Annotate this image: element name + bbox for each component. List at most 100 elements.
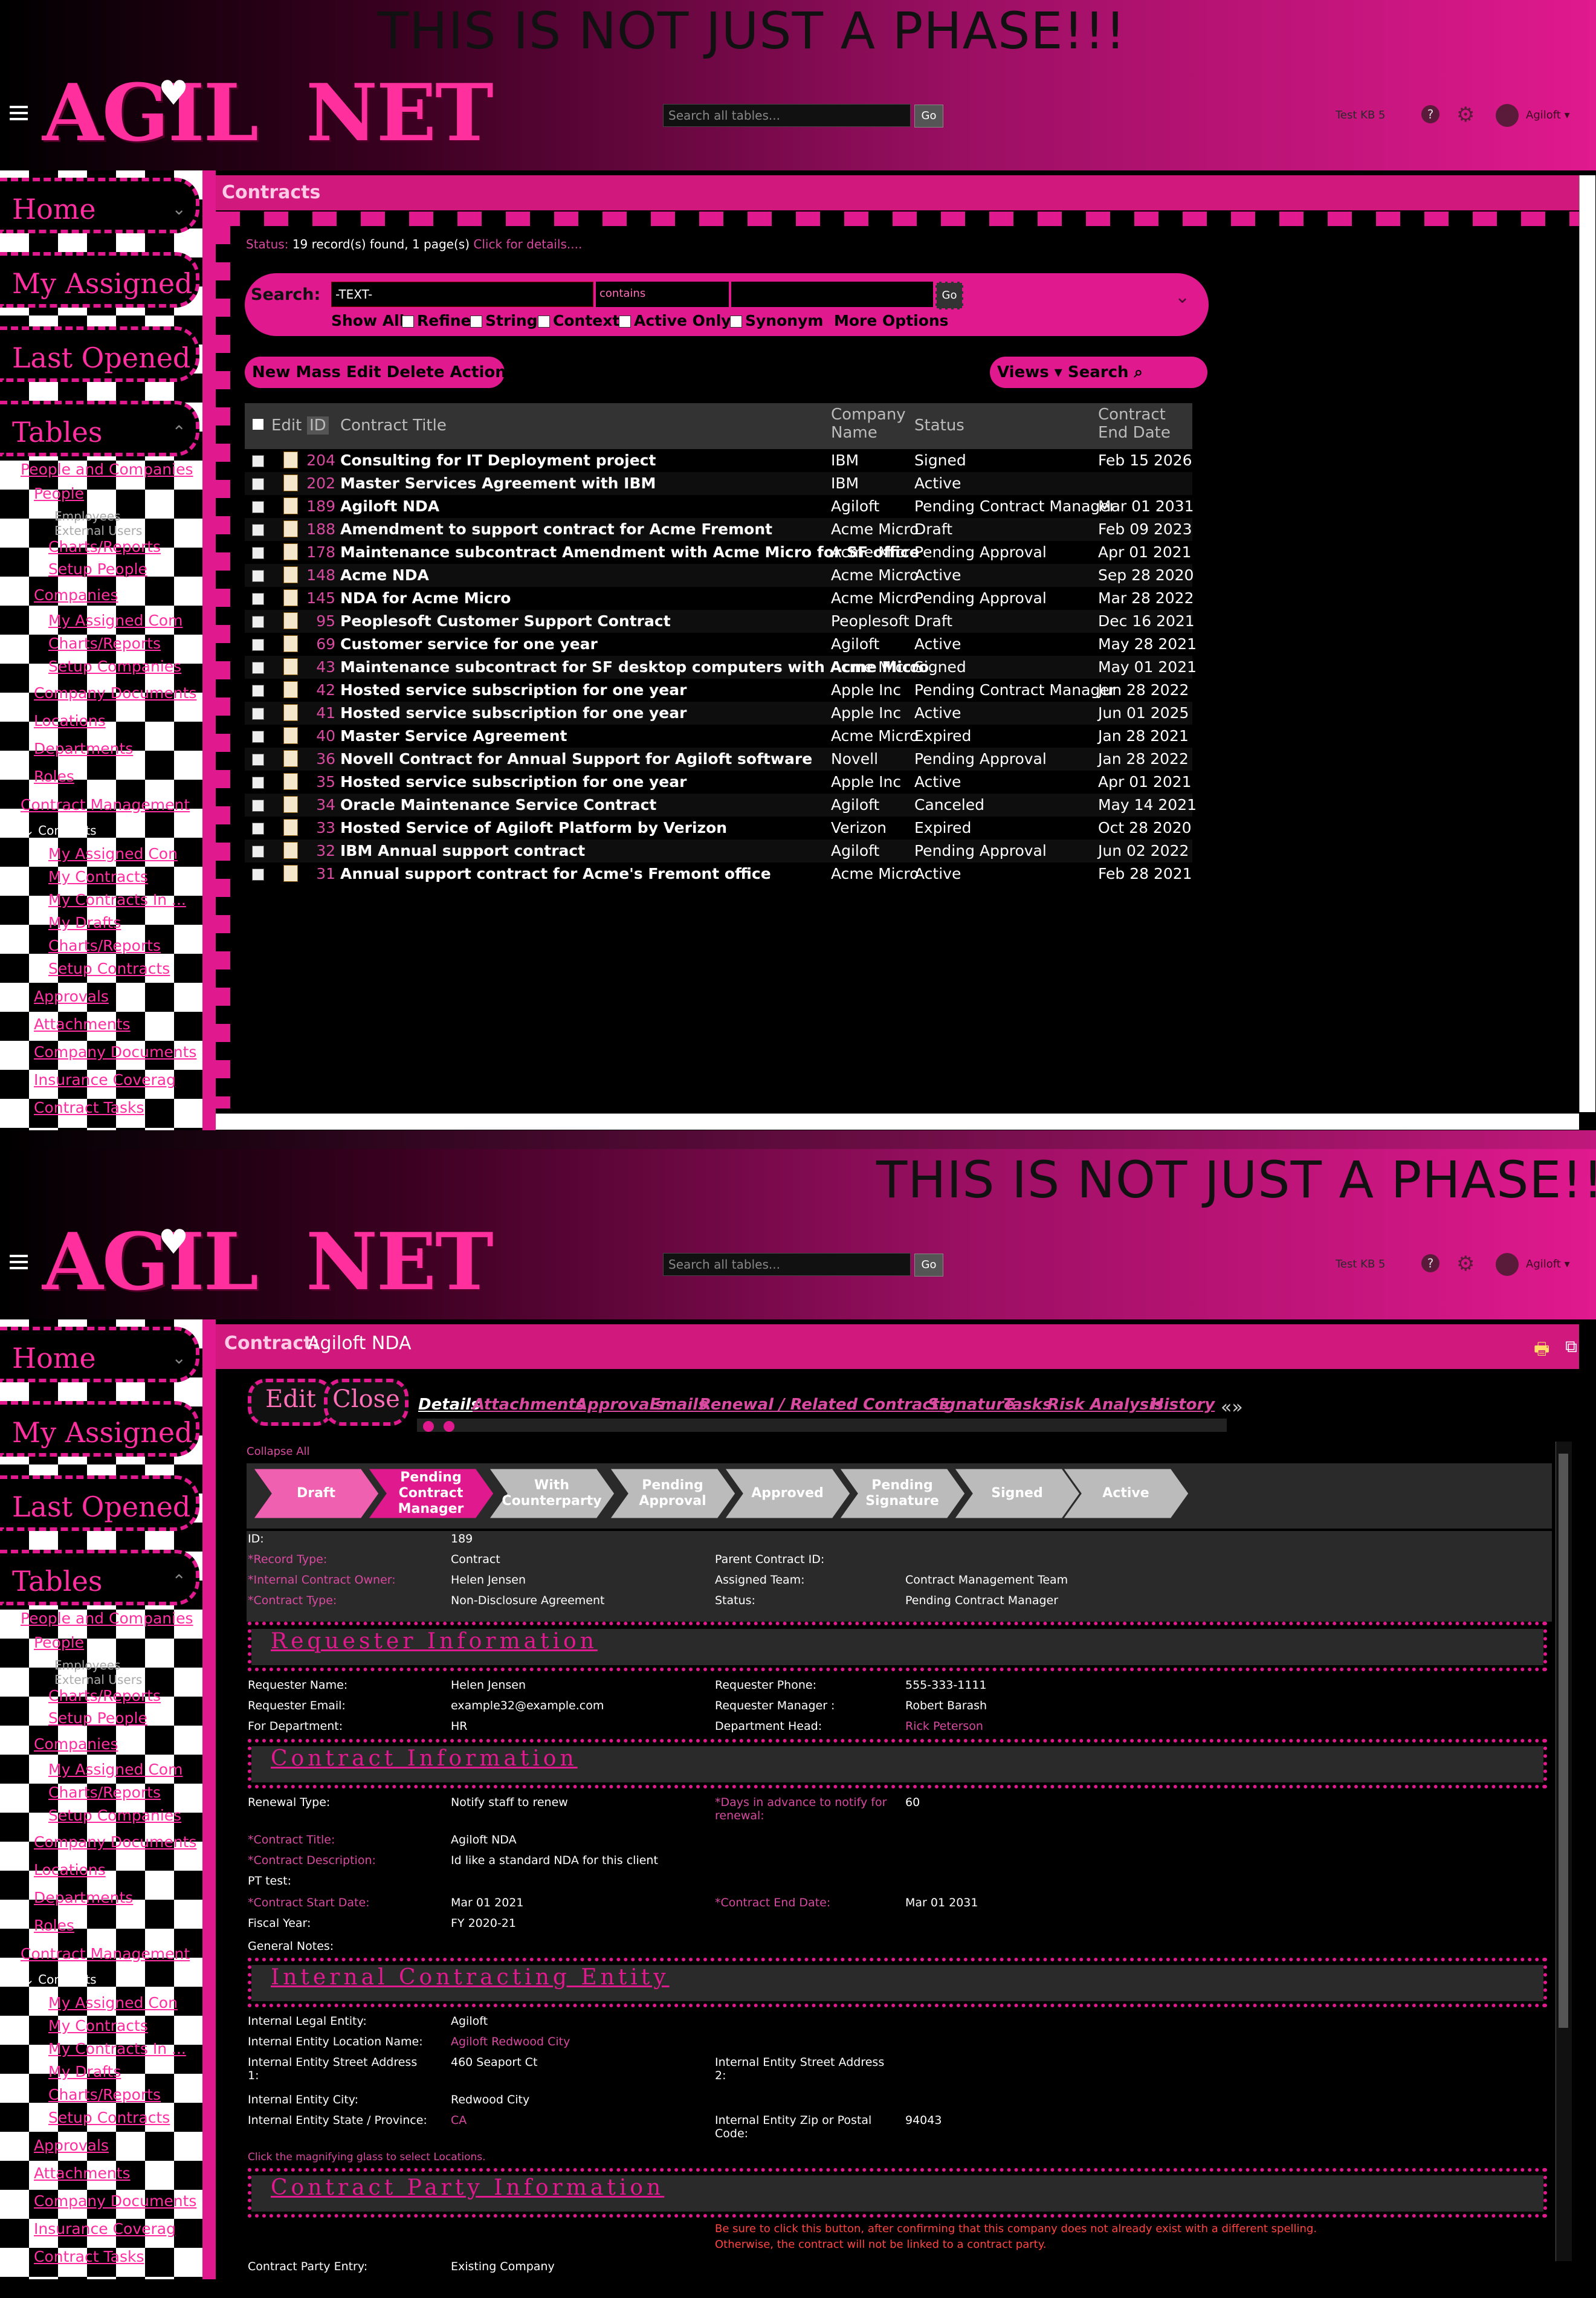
tree-roles[interactable]: Roles xyxy=(34,1917,74,1934)
vertical-scrollbar[interactable] xyxy=(1579,175,1595,1112)
col-company[interactable]: Company Name xyxy=(831,406,906,442)
tab-signature[interactable]: Signature xyxy=(928,1396,1015,1414)
tab-attachments[interactable]: Attachments xyxy=(473,1396,585,1414)
search-value-field[interactable] xyxy=(731,282,933,307)
sidebar-my-assigned[interactable]: My Assigned xyxy=(0,252,199,308)
table-row[interactable]: 178 Maintenance subcontract Amendment wit… xyxy=(245,541,1192,564)
tree-company-documents-2[interactable]: Company Documents xyxy=(34,2192,196,2210)
tab-scroll-arrows-icon[interactable]: «» xyxy=(1221,1397,1243,1418)
tree-insurance-coverage[interactable]: Insurance Coverag xyxy=(34,2220,176,2238)
tab-tasks[interactable]: Tasks xyxy=(1003,1396,1052,1414)
sidebar-home[interactable]: Home ⌄ xyxy=(0,178,199,233)
detail-scrollbar[interactable] xyxy=(1556,1442,1572,2261)
sidebar-tables[interactable]: Tables ⌃ xyxy=(0,401,199,456)
global-search-input[interactable]: Search all tables... xyxy=(663,104,911,127)
tree-attachments[interactable]: Attachments xyxy=(34,1015,131,1033)
tree-contract-management[interactable]: Contract Management xyxy=(21,796,190,814)
tree-my-assigned-con[interactable]: My Assigned Con xyxy=(48,1994,178,2012)
tree-company-documents[interactable]: Company Documents xyxy=(34,684,196,702)
table-row[interactable]: 32 IBM Annual support contract Agiloft Pend… xyxy=(245,840,1192,863)
tree-my-assigned-com[interactable]: My Assigned Com xyxy=(48,1761,183,1778)
tree-departments[interactable]: Departments xyxy=(34,740,133,757)
sidebar-tables[interactable]: Tables ⌃ xyxy=(0,1550,199,1605)
table-row[interactable]: 36 Novell Contract for Annual Support for… xyxy=(245,748,1192,771)
chevron-down-icon[interactable]: ⌄ xyxy=(172,181,186,237)
tree-my-assigned-com[interactable]: My Assigned Com xyxy=(48,612,183,629)
row-id[interactable]: 202 xyxy=(245,474,335,492)
tree-charts-contracts[interactable]: Charts/Reports xyxy=(48,2086,161,2103)
row-id[interactable]: 41 xyxy=(245,704,335,722)
table-row[interactable]: 43 Maintenance subcontract for SF desktop… xyxy=(245,656,1197,679)
string-checkbox[interactable] xyxy=(470,316,482,328)
tree-my-contracts-in[interactable]: My Contracts In ... xyxy=(48,891,186,908)
tree-companies[interactable]: Companies xyxy=(34,586,118,604)
tree-my-drafts[interactable]: My Drafts xyxy=(48,2063,121,2080)
tree-employees[interactable]: Employees xyxy=(54,509,120,523)
col-title[interactable]: Contract Title xyxy=(340,416,447,435)
tree-setup-people[interactable]: Setup People xyxy=(48,560,147,578)
help-icon[interactable]: ? xyxy=(1421,105,1439,123)
row-id[interactable]: 32 xyxy=(245,842,335,859)
search-text-field[interactable]: -TEXT- xyxy=(331,282,593,307)
actions-bar[interactable]: New Mass Edit Delete Actions ▾ xyxy=(245,357,529,388)
table-row[interactable]: 34 Oracle Maintenance Service Contract Agi… xyxy=(245,794,1197,817)
section-contract-party[interactable]: Contract Party Information xyxy=(248,2168,1547,2218)
avatar[interactable] xyxy=(1496,1253,1519,1276)
menu-icon[interactable] xyxy=(10,106,28,124)
chevron-down-icon[interactable]: ⌄ xyxy=(1175,286,1190,308)
table-row[interactable]: 95 Peoplesoft Customer Support Contract Pe… xyxy=(245,610,1195,633)
refine-checkbox[interactable] xyxy=(402,316,414,328)
detail-scrollbar-thumb[interactable] xyxy=(1559,1454,1568,2028)
tree-company-documents-2[interactable]: Company Documents xyxy=(34,1043,196,1061)
row-id[interactable]: 189 xyxy=(245,497,335,515)
tree-insurance-coverage[interactable]: Insurance Coverag xyxy=(34,1071,176,1089)
horizontal-scrollbar[interactable] xyxy=(216,1113,1579,1130)
row-id[interactable]: 43 xyxy=(245,658,335,676)
tree-locations[interactable]: Locations xyxy=(34,712,106,730)
row-id[interactable]: 145 xyxy=(245,589,335,607)
section-internal-entity[interactable]: Internal Contracting Entity xyxy=(248,1958,1547,2007)
tree-setup-companies[interactable]: Setup Companies xyxy=(48,658,181,675)
tree-contracts[interactable]: ⌄ Contracts xyxy=(24,1972,97,1987)
user-menu[interactable]: Agiloft ▾ xyxy=(1526,109,1570,121)
tree-my-drafts[interactable]: My Drafts xyxy=(48,914,121,931)
help-icon[interactable]: ? xyxy=(1421,1254,1439,1272)
tree-charts-companies[interactable]: Charts/Reports xyxy=(48,635,161,652)
col-status[interactable]: Status xyxy=(914,416,964,435)
tree-my-contracts-in[interactable]: My Contracts In ... xyxy=(48,2040,186,2057)
row-id[interactable]: 188 xyxy=(245,520,335,538)
sidebar-last-opened[interactable]: Last Opened xyxy=(0,1475,199,1531)
row-id[interactable]: 31 xyxy=(245,865,335,882)
context-checkbox[interactable] xyxy=(538,316,550,328)
row-id[interactable]: 42 xyxy=(245,681,335,699)
global-search-go-button[interactable]: Go xyxy=(914,105,943,128)
sidebar-home[interactable]: Home ⌄ xyxy=(0,1327,199,1382)
chevron-down-icon[interactable]: ⌄ xyxy=(172,1330,186,1386)
menu-icon[interactable] xyxy=(10,1255,28,1273)
tree-charts-contracts[interactable]: Charts/Reports xyxy=(48,937,161,954)
avatar[interactable] xyxy=(1496,104,1519,127)
search-go-button[interactable]: Go xyxy=(935,282,963,309)
tree-setup-people[interactable]: Setup People xyxy=(48,1709,147,1727)
external-window-icon[interactable]: ⧉ xyxy=(1565,1336,1577,1357)
tree-companies[interactable]: Companies xyxy=(34,1735,118,1753)
tree-company-documents[interactable]: Company Documents xyxy=(34,1833,196,1851)
table-row[interactable]: 204 Consulting for IT Deployment project I… xyxy=(245,449,1192,472)
tab-renewal-related[interactable]: Renewal / Related Contracts xyxy=(699,1396,949,1414)
value-department-head[interactable]: Rick Peterson xyxy=(905,1720,983,1733)
table-row[interactable]: 41 Hosted service subscription for one ye… xyxy=(245,702,1192,725)
table-row[interactable]: 202 Master Services Agreement with IBM IBM… xyxy=(245,472,1192,495)
tree-attachments[interactable]: Attachments xyxy=(34,2164,131,2182)
opt-show-all[interactable]: Show All xyxy=(331,312,404,329)
row-id[interactable]: 95 xyxy=(245,612,335,630)
tree-departments[interactable]: Departments xyxy=(34,1889,133,1906)
tree-approvals[interactable]: Approvals xyxy=(34,988,109,1005)
row-id[interactable]: 69 xyxy=(245,635,335,653)
global-search-go-button[interactable]: Go xyxy=(914,1254,943,1277)
tree-setup-companies[interactable]: Setup Companies xyxy=(48,1807,181,1824)
select-all-checkbox[interactable] xyxy=(252,418,264,430)
tab-details[interactable]: Details xyxy=(418,1396,480,1414)
value-entity-location[interactable]: Agiloft Redwood City xyxy=(451,2035,570,2048)
row-id[interactable]: 33 xyxy=(245,819,335,837)
sidebar-my-assigned[interactable]: My Assigned xyxy=(0,1401,199,1457)
